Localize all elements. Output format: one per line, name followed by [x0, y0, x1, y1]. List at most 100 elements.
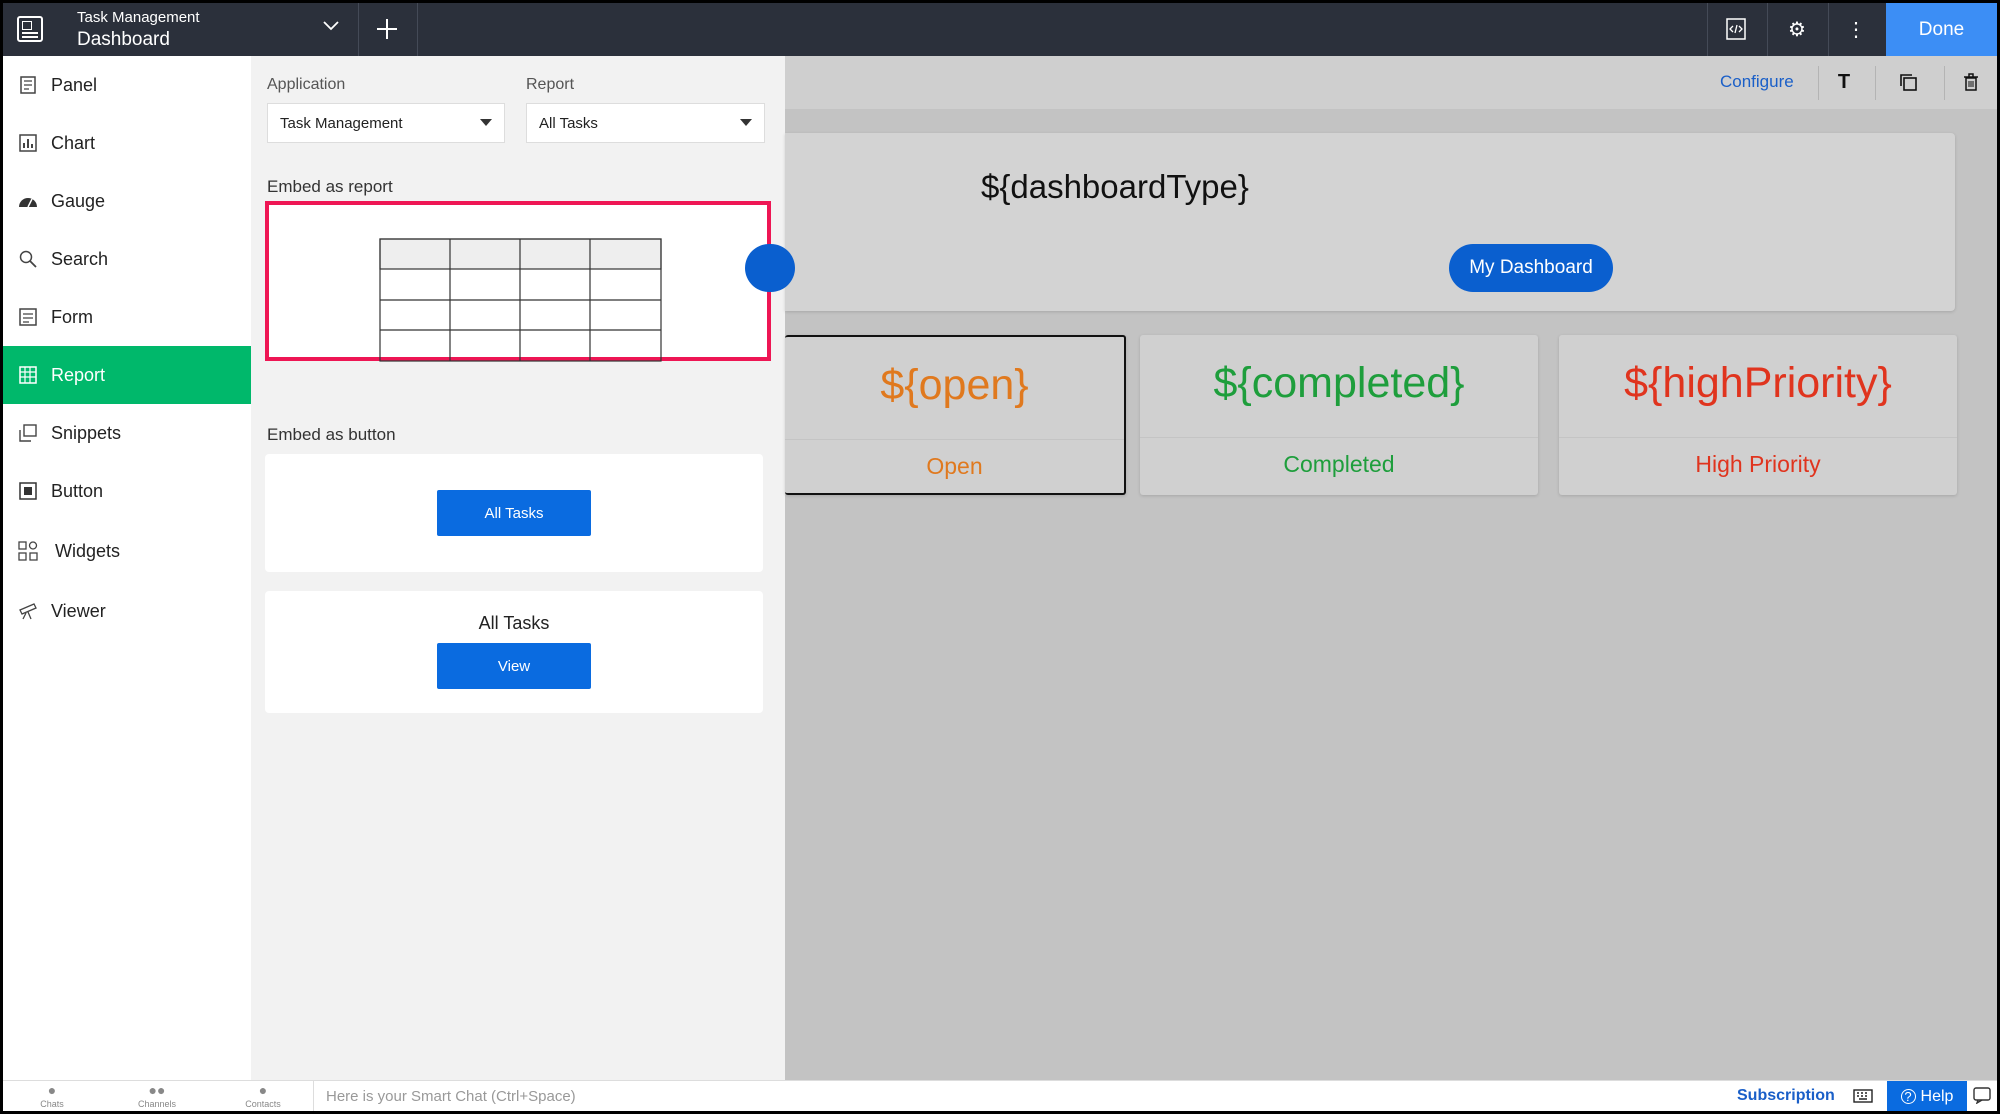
- text-tool-icon[interactable]: T: [1832, 70, 1856, 94]
- channels-tab-label: Channels: [137, 1099, 177, 1109]
- page-name[interactable]: Dashboard: [77, 29, 170, 51]
- button-icon: [17, 480, 39, 502]
- help-button[interactable]: ? Help: [1887, 1081, 1967, 1111]
- sidebar-item-snippets[interactable]: Snippets: [3, 404, 251, 462]
- top-bar: Task Management Dashboard ⚙ ⋮ Done: [3, 3, 1997, 56]
- dashboard-type-heading: ${dashboardType}: [981, 168, 1249, 205]
- stat-label: Completed: [1283, 451, 1395, 477]
- sidebar-item-report[interactable]: Report: [3, 346, 251, 404]
- view-card-title: All Tasks: [478, 613, 550, 633]
- sidebar-item-label: Form: [51, 306, 93, 327]
- widgets-icon: [17, 540, 39, 562]
- help-icon: ?: [1900, 1089, 1916, 1104]
- channels-tab[interactable]: ●● Channels: [111, 1081, 203, 1111]
- help-label: Help: [1920, 1087, 1954, 1105]
- dashboard-canvas: Configure T ${dashboardType} My Dashboar…: [745, 56, 1997, 1080]
- snippets-icon: [17, 422, 39, 444]
- stat-card-high-priority[interactable]: ${highPriority} High Priority: [1559, 335, 1957, 495]
- form-icon: [17, 306, 39, 328]
- dashboard-header-card[interactable]: ${dashboardType} My Dashboard: [745, 133, 1955, 311]
- sidebar-item-label: Viewer: [51, 600, 106, 621]
- chats-tab-label: Chats: [40, 1099, 64, 1109]
- stat-card-open[interactable]: ${open} Open: [785, 335, 1126, 495]
- sidebar-item-viewer[interactable]: Viewer: [3, 582, 251, 640]
- sidebar-item-search[interactable]: Search: [3, 230, 251, 288]
- stat-label: Open: [926, 453, 983, 479]
- report-table-icon: [379, 238, 662, 362]
- sidebar-item-label: Snippets: [51, 422, 122, 443]
- search-icon: [17, 248, 39, 270]
- chat-support-icon[interactable]: [1973, 1086, 1991, 1109]
- divider: [1140, 437, 1538, 438]
- sidebar-item-label: Report: [51, 364, 106, 385]
- viewer-icon: [17, 600, 39, 622]
- bottom-bar: ● Chats ●● Channels ● Contacts Here is y…: [3, 1080, 1997, 1111]
- contacts-tab[interactable]: ● Contacts: [217, 1081, 309, 1111]
- divider: [1875, 66, 1876, 100]
- sidebar-item-button[interactable]: Button: [3, 462, 251, 520]
- application-select-value: Task Management: [280, 114, 403, 132]
- chat-bubble-icon: ●: [47, 1082, 57, 1098]
- panel-icon: [17, 74, 39, 96]
- sidebar-item-label: Panel: [51, 74, 98, 95]
- report-select-value: All Tasks: [539, 114, 598, 132]
- gear-icon[interactable]: ⚙: [1783, 15, 1811, 43]
- sidebar-item-label: Button: [51, 480, 104, 501]
- stat-value: ${open}: [880, 361, 1029, 409]
- component-sidebar: Panel Chart Gauge Search Form Report Sni…: [3, 56, 251, 1080]
- sidebar-item-label: Search: [51, 248, 109, 269]
- chats-tab[interactable]: ● Chats: [6, 1081, 98, 1111]
- sidebar-item-widgets[interactable]: Widgets: [3, 522, 251, 580]
- report-config-panel: Application Task Management Report All T…: [251, 56, 785, 1080]
- divider: [1707, 3, 1708, 56]
- sidebar-item-gauge[interactable]: Gauge: [3, 172, 251, 230]
- embed-button-option[interactable]: All Tasks: [265, 454, 763, 572]
- app-window: Task Management Dashboard ⚙ ⋮ Done Panel…: [3, 3, 1997, 1111]
- dashboard-pill-button[interactable]: [745, 244, 795, 292]
- done-button[interactable]: Done: [1886, 3, 1997, 56]
- chevron-down-icon[interactable]: [321, 16, 341, 41]
- contacts-tab-label: Contacts: [245, 1099, 281, 1109]
- divider: [358, 3, 359, 56]
- stat-value: ${highPriority}: [1624, 359, 1892, 407]
- stat-card-completed[interactable]: ${completed} Completed: [1140, 335, 1538, 495]
- gauge-icon: [17, 190, 39, 212]
- subscription-link[interactable]: Subscription: [1737, 1087, 1835, 1105]
- smart-chat-input[interactable]: Here is your Smart Chat (Ctrl+Space): [313, 1081, 1713, 1111]
- my-dashboard-button[interactable]: My Dashboard: [1449, 244, 1613, 292]
- divider: [785, 439, 1124, 440]
- plus-icon[interactable]: [375, 9, 399, 49]
- view-button-preview: View: [437, 643, 591, 689]
- stat-value: ${completed}: [1213, 359, 1465, 407]
- application-label: Application: [267, 76, 346, 93]
- divider: [1944, 66, 1945, 100]
- configure-link[interactable]: Configure: [1720, 72, 1794, 92]
- sidebar-item-chart[interactable]: Chart: [3, 114, 251, 172]
- canvas-toolbar: Configure T: [785, 56, 1997, 109]
- app-icon[interactable]: [17, 16, 43, 42]
- more-vertical-icon[interactable]: ⋮: [1842, 15, 1870, 43]
- embed-report-label: Embed as report: [267, 177, 393, 196]
- duplicate-icon[interactable]: [1896, 70, 1920, 94]
- stat-label: High Priority: [1695, 451, 1821, 477]
- report-select[interactable]: All Tasks: [526, 103, 765, 143]
- all-tasks-button-preview: All Tasks: [437, 490, 591, 536]
- sidebar-item-label: Chart: [51, 132, 96, 153]
- contact-icon: ●: [258, 1082, 268, 1098]
- divider: [1767, 3, 1768, 56]
- chart-icon: [17, 132, 39, 154]
- divider: [1818, 66, 1819, 100]
- embed-report-option[interactable]: [265, 201, 771, 362]
- delete-icon[interactable]: [1959, 70, 1983, 94]
- sidebar-item-form[interactable]: Form: [3, 288, 251, 346]
- embed-button-label: Embed as button: [267, 425, 396, 444]
- divider: [1828, 3, 1829, 56]
- keyboard-icon[interactable]: [1853, 1087, 1873, 1108]
- embed-view-option[interactable]: All Tasks View: [265, 591, 763, 713]
- sidebar-item-label: Widgets: [55, 540, 121, 561]
- sidebar-item-panel[interactable]: Panel: [3, 56, 251, 114]
- application-select[interactable]: Task Management: [267, 103, 505, 143]
- code-icon[interactable]: [1722, 15, 1750, 43]
- report-label: Report: [526, 76, 575, 93]
- dropdown-arrow-icon: [740, 119, 752, 126]
